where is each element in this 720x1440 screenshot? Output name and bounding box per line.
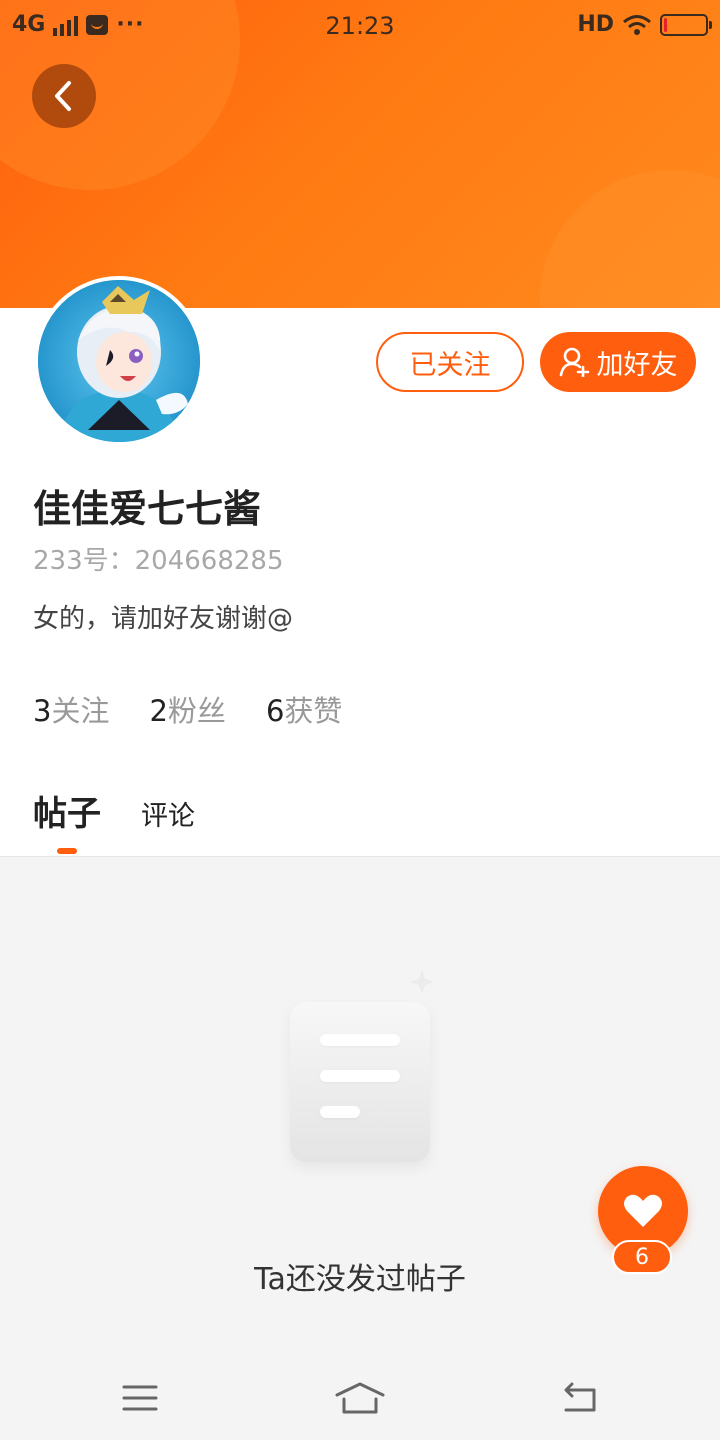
sparkle-icon	[410, 970, 434, 994]
stats-row: 3关注 2粉丝 6获赞	[33, 688, 342, 730]
add-user-icon	[559, 347, 589, 377]
menu-button[interactable]	[118, 1378, 162, 1418]
stat-number: 2	[149, 694, 168, 728]
user-id: 233号：204668285	[33, 546, 284, 576]
back-nav-button[interactable]	[558, 1378, 602, 1418]
tab-comments-label: 评论	[141, 801, 195, 832]
heart-icon	[624, 1194, 662, 1227]
system-nav-bar	[0, 1356, 720, 1440]
header-decoration	[540, 170, 720, 308]
home-icon	[335, 1382, 385, 1414]
document-line	[320, 1106, 360, 1118]
wifi-icon	[623, 14, 651, 35]
tab-comments[interactable]: 评论	[141, 794, 195, 833]
username: 佳佳爱七七酱	[33, 487, 262, 531]
back-button[interactable]	[32, 64, 96, 128]
avatar-image	[38, 280, 200, 442]
hd-indicator: HD	[577, 12, 614, 37]
stat-number: 3	[33, 694, 52, 728]
battery-icon	[660, 13, 712, 36]
followed-label: 已关注	[409, 349, 491, 381]
like-count-badge: 6	[612, 1240, 672, 1274]
stat-label: 获赞	[284, 694, 343, 728]
stat-likes[interactable]: 6获赞	[266, 688, 342, 730]
tab-posts-label: 帖子	[33, 794, 101, 834]
stat-followers[interactable]: 2粉丝	[149, 688, 225, 730]
document-line	[320, 1034, 400, 1046]
back-icon	[564, 1382, 596, 1412]
add-friend-button[interactable]: 加好友	[540, 332, 696, 392]
bio: 女的，请加好友谢谢@	[33, 604, 294, 634]
followed-button[interactable]: 已关注	[376, 332, 524, 392]
stat-label: 关注	[51, 694, 110, 728]
chevron-left-icon	[55, 81, 71, 111]
avatar[interactable]	[34, 276, 204, 446]
add-friend-label: 加好友	[596, 349, 678, 381]
home-button[interactable]	[334, 1378, 386, 1418]
document-line	[320, 1070, 400, 1082]
status-bar: 4G ··· 21:23 HD	[0, 0, 720, 52]
stat-number: 6	[265, 694, 285, 728]
stat-label: 粉丝	[167, 694, 226, 728]
stat-following[interactable]: 3关注	[33, 688, 109, 730]
tab-active-indicator	[57, 848, 77, 854]
tab-bar: 帖子 评论	[33, 786, 195, 854]
tab-posts[interactable]: 帖子	[33, 786, 101, 854]
menu-icon	[122, 1385, 158, 1411]
status-right: HD	[577, 12, 712, 37]
battery-level	[664, 17, 667, 32]
empty-document-icon	[290, 1002, 430, 1162]
